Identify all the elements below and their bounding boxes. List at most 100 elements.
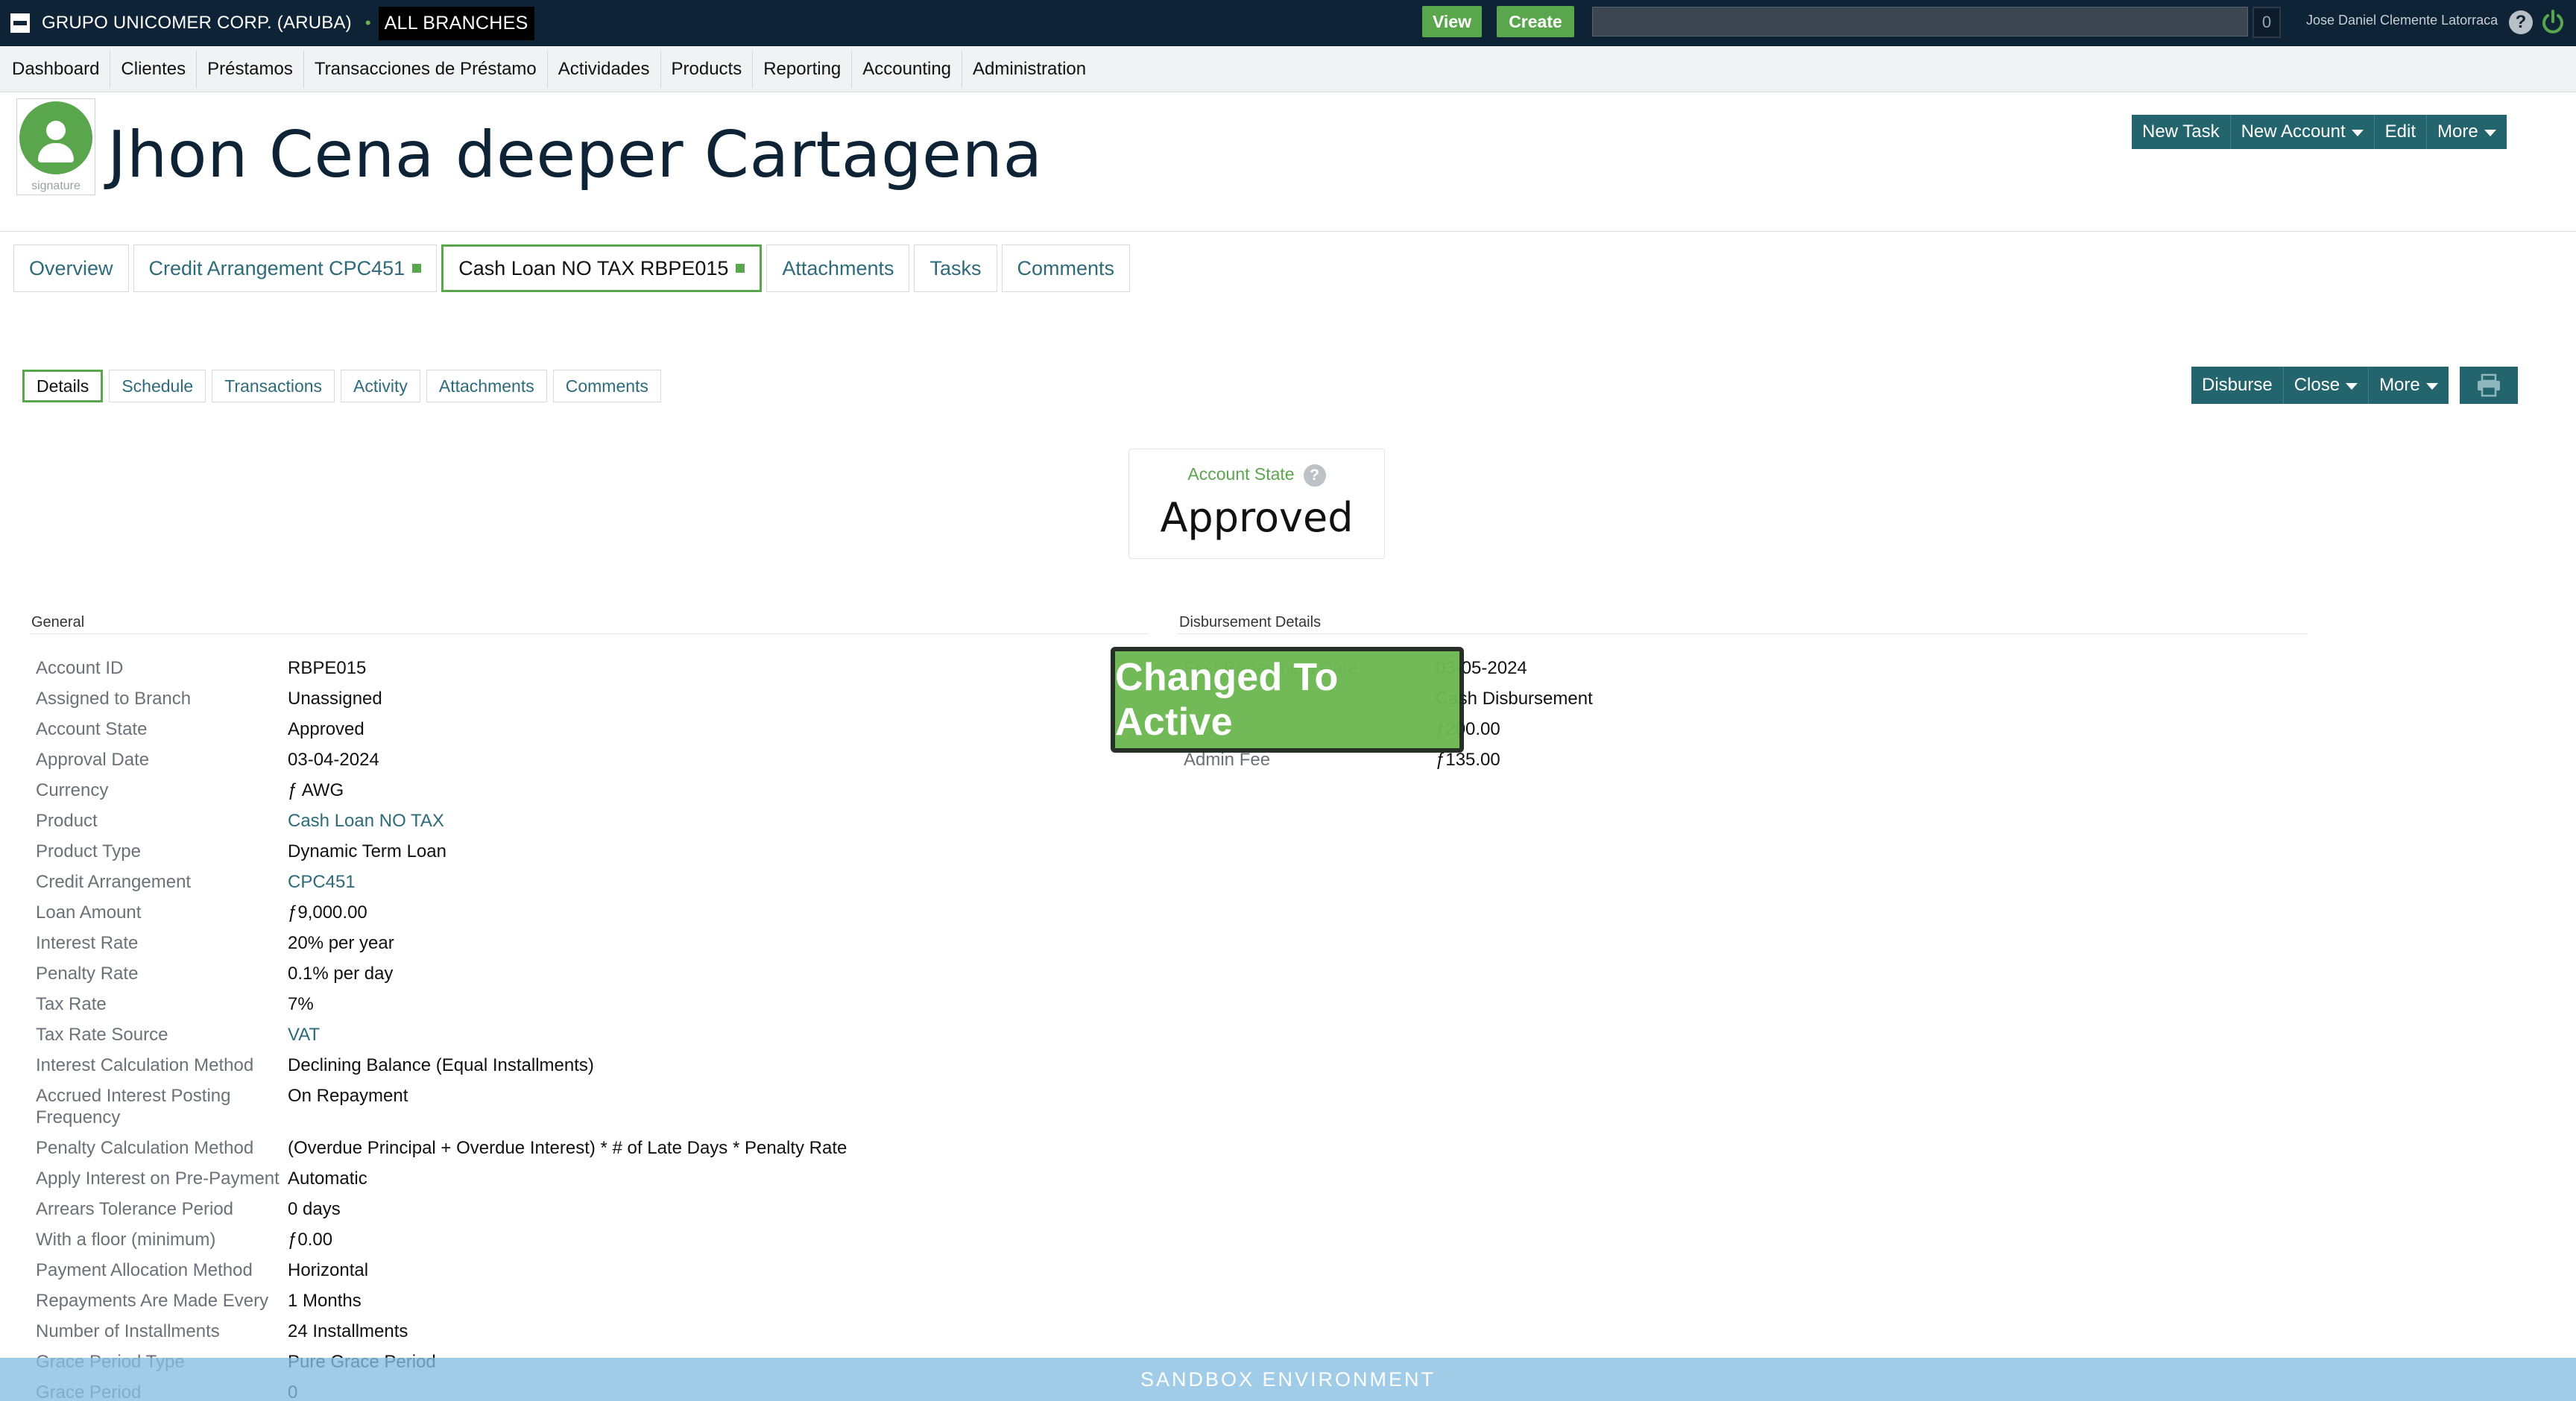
nav-actividades[interactable]: Actividades xyxy=(548,50,661,88)
sandbox-environment-banner: SANDBOX ENVIRONMENT xyxy=(0,1358,2576,1401)
chevron-down-icon xyxy=(2425,383,2438,390)
tab-credit-arrangement[interactable]: Credit Arrangement CPC451 xyxy=(133,244,438,292)
detail-label: Accrued Interest Posting xyxy=(36,1086,231,1106)
detail-value-link[interactable]: CPC451 xyxy=(288,871,356,893)
tab-cash-loan[interactable]: Cash Loan NO TAX RBPE015 xyxy=(441,244,763,292)
detail-value: 1 Months xyxy=(288,1291,362,1311)
disbursement-section-title: Disbursement Details xyxy=(1179,614,1322,630)
more-label: More xyxy=(2437,121,2478,142)
detail-label: Penalty Calculation Method xyxy=(36,1138,254,1158)
new-account-button[interactable]: New Account xyxy=(2231,115,2375,149)
detail-value: RBPE015 xyxy=(288,658,367,678)
detail-label: Assigned to Branch xyxy=(36,689,192,709)
detail-value: ƒ AWG xyxy=(288,780,344,800)
nav-administration[interactable]: Administration xyxy=(962,51,1096,88)
nav-accounting[interactable]: Accounting xyxy=(852,50,963,88)
edit-button[interactable]: Edit xyxy=(2375,115,2428,149)
detail-value: Unassigned xyxy=(288,689,382,709)
detail-label: Loan Amount xyxy=(36,902,142,923)
branch-selector[interactable]: ALL BRANCHES xyxy=(378,6,534,40)
detail-value: 0.1% per day xyxy=(288,964,394,984)
detail-value: Dynamic Term Loan xyxy=(288,841,446,861)
help-icon[interactable]: ? xyxy=(2509,10,2533,34)
subtab-comments[interactable]: Comments xyxy=(552,370,661,402)
detail-label: Penalty Rate xyxy=(36,964,139,984)
status-square-icon xyxy=(412,264,422,273)
subtab-details[interactable]: Details xyxy=(22,370,104,402)
nav-products[interactable]: Products xyxy=(661,50,754,88)
tab-attachments[interactable]: Attachments xyxy=(766,244,910,292)
detail-label: Payment Allocation Method xyxy=(36,1260,253,1280)
brand-logo-icon[interactable] xyxy=(10,13,30,33)
loan-more-button[interactable]: More xyxy=(2369,367,2449,404)
chevron-down-icon xyxy=(2346,383,2358,390)
close-label: Close xyxy=(2294,375,2340,395)
notification-counter[interactable]: 0 xyxy=(2253,7,2281,38)
detail-value: 0 days xyxy=(288,1199,341,1219)
new-task-button[interactable]: New Task xyxy=(2132,115,2231,149)
branch-status-dot: • xyxy=(364,13,371,32)
detail-value: Automatic xyxy=(288,1168,367,1189)
tab-overview[interactable]: Overview xyxy=(13,244,129,292)
nav-clientes[interactable]: Clientes xyxy=(110,50,198,88)
subtab-schedule[interactable]: Schedule xyxy=(109,370,206,402)
subtab-activity[interactable]: Activity xyxy=(341,370,420,402)
main-navigation: Dashboard Clientes Préstamos Transaccion… xyxy=(0,46,2576,92)
account-state-card: Account State? Approved xyxy=(1128,449,1385,559)
detail-value: On Repayment xyxy=(288,1086,408,1106)
client-avatar[interactable]: signature xyxy=(16,98,95,195)
global-search-input[interactable] xyxy=(1592,7,2248,37)
detail-value-link[interactable]: VAT xyxy=(288,1024,320,1046)
detail-value: (Overdue Principal + Overdue Interest) *… xyxy=(288,1138,847,1158)
tab-comments[interactable]: Comments xyxy=(1001,244,1131,292)
detail-label: Currency xyxy=(36,780,109,800)
tab-tasks[interactable]: Tasks xyxy=(914,244,997,292)
detail-label: Number of Installments xyxy=(36,1321,220,1341)
chevron-down-icon xyxy=(2484,130,2496,136)
tab-attachments-label: Attachments xyxy=(782,256,894,279)
account-tabs: Overview Credit Arrangement CPC451 Cash … xyxy=(13,244,1131,292)
general-section-divider xyxy=(30,633,1148,634)
detail-value: ƒ0.00 xyxy=(288,1230,333,1250)
nav-dashboard[interactable]: Dashboard xyxy=(1,50,111,88)
detail-value: 20% per year xyxy=(288,933,394,953)
account-state-label: Account State xyxy=(1187,464,1295,484)
page-title: Jhon Cena deeper Cartagena xyxy=(107,118,1043,192)
tab-overview-label: Overview xyxy=(29,256,113,279)
detail-value: 03-04-2024 xyxy=(288,750,379,770)
detail-label: Interest Rate xyxy=(36,933,139,953)
nav-prestamos[interactable]: Préstamos xyxy=(197,50,304,88)
help-icon[interactable]: ? xyxy=(1303,464,1326,487)
tab-credit-arrangement-label: Credit Arrangement CPC451 xyxy=(148,256,405,279)
detail-value-link[interactable]: Cash Loan NO TAX xyxy=(288,810,444,832)
status-square-icon xyxy=(736,264,745,273)
disburse-button[interactable]: Disburse xyxy=(2191,367,2284,404)
disburse-label: Disburse xyxy=(2202,375,2273,395)
detail-label: With a floor (minimum) xyxy=(36,1230,216,1250)
new-task-label: New Task xyxy=(2142,121,2220,142)
print-button[interactable] xyxy=(2460,367,2518,404)
chevron-down-icon xyxy=(2351,130,2364,136)
nav-reporting[interactable]: Reporting xyxy=(753,50,853,88)
detail-label: Repayments Are Made Every xyxy=(36,1291,269,1311)
detail-label: Interest Calculation Method xyxy=(36,1055,254,1075)
detail-value: Approved xyxy=(288,719,364,739)
detail-value: Horizontal xyxy=(288,1260,369,1280)
user-menu[interactable]: Jose Daniel Clemente Latorraca xyxy=(2306,13,2498,28)
subtab-transactions[interactable]: Transactions xyxy=(212,370,335,402)
create-button[interactable]: Create xyxy=(1497,6,1574,37)
detail-value: Declining Balance (Equal Installments) xyxy=(288,1055,594,1075)
loan-more-label: More xyxy=(2379,375,2420,395)
avatar-signature-caption: signature xyxy=(31,180,80,192)
power-icon[interactable] xyxy=(2540,9,2566,36)
subtab-attachments[interactable]: Attachments xyxy=(426,370,547,402)
close-button[interactable]: Close xyxy=(2284,367,2370,404)
more-button[interactable]: More xyxy=(2427,115,2507,149)
nav-transacciones-de-prestamo[interactable]: Transacciones de Préstamo xyxy=(304,50,548,88)
disbursement-section-divider xyxy=(1178,633,2308,634)
detail-label: Arrears Tolerance Period xyxy=(36,1199,234,1219)
detail-label: Product xyxy=(36,811,98,831)
view-button[interactable]: View xyxy=(1422,6,1482,37)
detail-value: 24 Installments xyxy=(288,1321,408,1341)
top-bar: GRUPO UNICOMER CORP. (ARUBA) • ALL BRANC… xyxy=(0,0,2576,46)
